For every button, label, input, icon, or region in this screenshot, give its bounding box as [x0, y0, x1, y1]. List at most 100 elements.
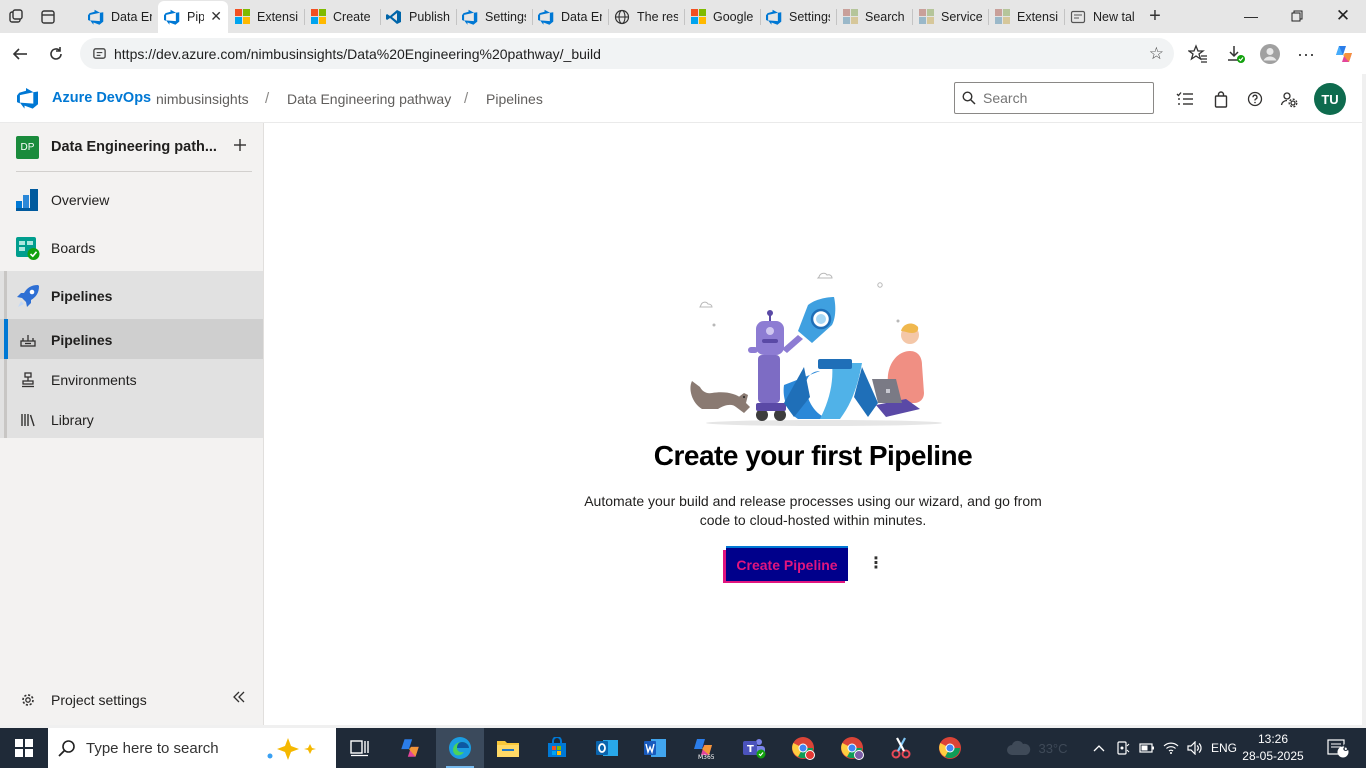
volume-icon[interactable] [1184, 728, 1206, 768]
url-text[interactable]: https://dev.azure.com/nimbusinsights/Dat… [114, 46, 601, 62]
browser-tab[interactable]: Settings [456, 1, 532, 33]
work-items-icon[interactable] [1174, 88, 1196, 110]
wifi-icon[interactable] [1160, 728, 1182, 768]
sidebar-item-label: Library [51, 412, 94, 428]
workspaces-icon[interactable] [0, 1, 32, 33]
tab-title: Google [713, 9, 754, 24]
tab-title: Extensic [257, 9, 298, 24]
help-icon[interactable] [1244, 88, 1266, 110]
favorites-icon[interactable] [1185, 41, 1211, 67]
word-icon[interactable] [631, 728, 679, 768]
browser-tab[interactable]: Pip ✕ [158, 0, 228, 33]
close-tab-icon[interactable]: ✕ [210, 8, 222, 25]
breadcrumb-project[interactable]: Data Engineering pathway [287, 91, 451, 107]
profile-icon[interactable] [1257, 41, 1283, 67]
weather-widget[interactable]: 33°C [1002, 728, 1072, 768]
browser-tab[interactable]: Google [684, 1, 760, 33]
tab-title: Settings [485, 9, 526, 24]
brand-name[interactable]: Azure DevOps [52, 90, 151, 106]
browser-tab[interactable]: Data En [532, 1, 608, 33]
refresh-button[interactable] [38, 36, 74, 72]
microsoft-store-icon[interactable] [533, 728, 581, 768]
tab-title: Search r [865, 9, 906, 24]
battery-icon[interactable] [1136, 728, 1158, 768]
show-hidden-icons-icon[interactable] [1088, 728, 1110, 768]
search-icon [955, 91, 983, 105]
browser-tab[interactable]: Settings [760, 1, 836, 33]
breadcrumb-pipelines[interactable]: Pipelines [486, 91, 543, 107]
url-bar[interactable]: https://dev.azure.com/nimbusinsights/Dat… [80, 38, 1174, 69]
back-button[interactable] [2, 36, 38, 72]
globe-icon [614, 9, 630, 25]
microsoft-gray-icon [842, 9, 858, 25]
create-pipeline-button[interactable]: Create Pipeline [726, 548, 848, 581]
breadcrumb-organization[interactable]: nimbusinsights [156, 91, 249, 107]
new-tab-button[interactable]: + [1140, 2, 1170, 32]
search-input[interactable] [983, 90, 1143, 106]
favorite-star-icon[interactable]: ☆ [1149, 44, 1164, 64]
project-name[interactable]: Data Engineering path... [51, 139, 221, 155]
sidebar-item-pipelines[interactable]: Pipelines [0, 282, 264, 310]
site-info-icon[interactable] [84, 46, 114, 61]
microsoft-365-icon[interactable]: M365 [680, 728, 728, 768]
search-box[interactable] [954, 82, 1154, 114]
taskbar-search-box[interactable]: Type here to search [48, 728, 336, 768]
page-scroll-gutter [1362, 74, 1366, 725]
windows-start-icon[interactable] [0, 728, 48, 768]
taskbar-search-placeholder: Type here to search [86, 739, 219, 757]
outlook-icon[interactable] [583, 728, 631, 768]
add-icon[interactable] [230, 135, 250, 155]
browser-tab[interactable]: Extensic [228, 1, 304, 33]
snipping-tool-icon[interactable] [877, 728, 925, 768]
more-options-icon[interactable]: ··· [1293, 41, 1319, 67]
project-settings-link[interactable]: Project settings [0, 688, 264, 712]
tab-actions-icon[interactable] [32, 1, 64, 33]
teams-icon[interactable]: T [730, 728, 778, 768]
tab-title: Extensic [1017, 9, 1058, 24]
notifications-icon[interactable]: 8 [1318, 728, 1358, 768]
breadcrumb-separator: / [464, 90, 469, 107]
browser-tab[interactable]: The reso [608, 1, 684, 33]
sidebar-item-boards[interactable]: Boards [0, 234, 264, 262]
windows-taskbar: Type here to search M365 T 33°C ENG 13:2… [0, 728, 1366, 768]
user-avatar[interactable]: TU [1314, 83, 1346, 115]
tab-title: Data En [111, 9, 152, 24]
sidebar-item-overview[interactable]: Overview [0, 186, 264, 214]
downloads-icon[interactable] [1222, 41, 1248, 67]
copilot-taskbar-icon[interactable] [386, 728, 434, 768]
chrome-profile-1-icon[interactable] [779, 728, 827, 768]
taskbar-clock[interactable]: 13:26 28-05-2025 [1240, 731, 1306, 765]
browser-tab[interactable]: Extensic [988, 1, 1064, 33]
edge-taskbar-icon[interactable] [436, 728, 484, 768]
microsoft-icon [310, 9, 326, 25]
sidebar-subitem-environments[interactable]: Environments [0, 366, 264, 394]
copilot-icon[interactable] [1331, 41, 1357, 67]
search-icon [48, 739, 86, 757]
sidebar-subitem-pipelines[interactable]: Pipelines [0, 326, 264, 354]
user-settings-icon[interactable] [1278, 88, 1300, 110]
close-window-button[interactable]: ✕ [1320, 0, 1366, 32]
sidebar-item-label: Overview [51, 192, 110, 208]
chrome-profile-2-icon[interactable] [828, 728, 876, 768]
more-actions-icon[interactable]: ⋮ [868, 553, 884, 573]
file-explorer-icon[interactable] [484, 728, 532, 768]
browser-tab[interactable]: New tal [1064, 1, 1140, 33]
sidebar-subitem-library[interactable]: Library [0, 406, 264, 434]
azure-devops-logo-icon[interactable] [17, 87, 39, 109]
browser-tab[interactable]: Service [912, 1, 988, 33]
browser-tab[interactable]: Create F [304, 1, 380, 33]
tab-title: Pip [187, 9, 205, 24]
chrome-icon[interactable] [926, 728, 974, 768]
minimize-button[interactable]: — [1228, 0, 1274, 32]
marketplace-bag-icon[interactable] [1210, 88, 1232, 110]
left-navigation: DP Data Engineering path... Overview Boa… [0, 123, 264, 725]
meet-now-icon[interactable] [1112, 728, 1134, 768]
task-view-icon[interactable] [336, 728, 384, 768]
browser-tab[interactable]: Publishi [380, 1, 456, 33]
language-indicator[interactable]: ENG [1208, 728, 1240, 768]
collapse-nav-icon[interactable] [232, 690, 246, 707]
browser-tab[interactable]: Search r [836, 1, 912, 33]
browser-tab[interactable]: Data En [82, 1, 158, 33]
restore-button[interactable] [1274, 0, 1320, 32]
tab-title: Service [941, 9, 982, 24]
